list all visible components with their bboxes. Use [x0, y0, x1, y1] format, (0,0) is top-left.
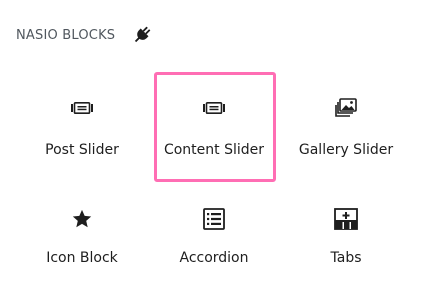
block-post-slider[interactable]: Post Slider [16, 70, 148, 182]
block-gallery-slider[interactable]: Gallery Slider [280, 70, 412, 182]
block-icon-block[interactable]: Icon Block [16, 182, 148, 294]
block-inserter-panel: NASIO BLOCKS Post Slider Content Slider … [0, 0, 428, 295]
list-icon [202, 207, 226, 231]
block-category-header: NASIO BLOCKS [16, 24, 153, 46]
tabs-icon [334, 207, 358, 231]
category-title: NASIO BLOCKS [16, 27, 116, 43]
block-tabs[interactable]: Tabs [280, 182, 412, 294]
block-label: Post Slider [45, 142, 119, 158]
block-grid: Post Slider Content Slider Gallery Slide… [16, 70, 412, 294]
block-label: Gallery Slider [298, 142, 394, 158]
block-label: Tabs [330, 250, 362, 266]
block-label: Content Slider [163, 142, 265, 158]
block-accordion[interactable]: Accordion [148, 182, 280, 294]
plug-icon [131, 24, 153, 46]
star-icon [70, 207, 94, 231]
gallery-icon [334, 96, 358, 120]
slider-icon [202, 96, 226, 120]
block-content-slider[interactable]: Content Slider [148, 70, 280, 182]
block-label: Accordion [179, 250, 249, 266]
slider-icon [70, 96, 94, 120]
block-label: Icon Block [46, 250, 118, 266]
